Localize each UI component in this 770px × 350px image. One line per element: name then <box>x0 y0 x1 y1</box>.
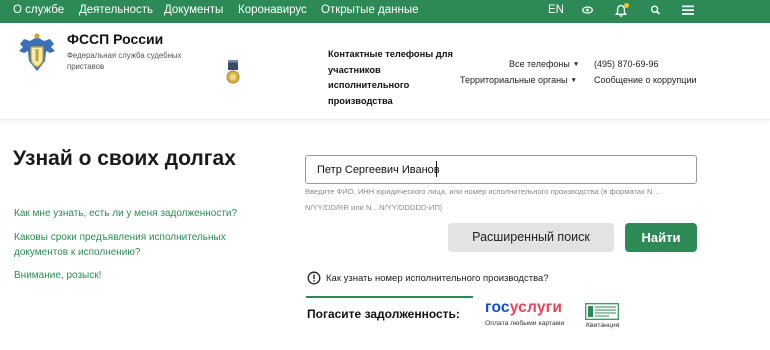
find-button[interactable]: Найти <box>625 223 697 252</box>
search-icon[interactable] <box>650 3 661 22</box>
nav-documents[interactable]: Документы <box>164 4 223 16</box>
how-to-find-number-link[interactable]: Как узнать номер исполнительного произво… <box>326 273 549 284</box>
eye-icon[interactable] <box>582 3 593 22</box>
gosuslugi-caption: Оплата любыми картами <box>485 320 565 327</box>
nav-coronavirus[interactable]: Коронавирус <box>238 4 307 16</box>
search-field[interactable] <box>305 155 697 184</box>
territorial-dropdown[interactable]: Территориальные органы ▼ <box>460 75 577 85</box>
nav-about[interactable]: О службе <box>13 4 64 16</box>
receipt-label[interactable]: Квитанция <box>586 322 619 329</box>
nav-open-data[interactable]: Открытые данные <box>321 4 419 16</box>
all-phones-label: Все телефоны <box>509 59 570 69</box>
caret-down-icon: ▼ <box>570 77 577 84</box>
menu-icon[interactable] <box>681 3 695 22</box>
org-name[interactable]: ФССП России <box>67 31 163 47</box>
link-deadlines[interactable]: Каковы сроки предъявления исполнительных… <box>14 230 234 260</box>
language-switch[interactable]: EN <box>548 4 564 16</box>
gosuslugi-part2: услуги <box>509 299 563 316</box>
org-subtitle: Федеральная служба судебных приставов <box>67 51 182 71</box>
section-divider <box>306 296 473 298</box>
link-check-debts[interactable]: Как мне узнать, есть ли у меня задолженн… <box>14 206 254 221</box>
contacts-title: Контактные телефоны для участников испол… <box>328 49 453 106</box>
info-icon <box>307 271 321 290</box>
search-input[interactable] <box>317 162 677 178</box>
gosuslugi-logo[interactable]: госуслуги <box>485 299 562 317</box>
medal-icon <box>225 60 241 86</box>
search-hint: Введите ФИО, ИНН юридического лица, или … <box>305 187 661 212</box>
hotline-phone: (495) 870-69-96 <box>594 59 659 69</box>
page-title: Узнай о своих долгах <box>13 147 236 170</box>
nav-activity[interactable]: Деятельность <box>79 4 153 16</box>
pay-debt-label: Погасите задолженность: <box>307 307 460 321</box>
fssp-emblem-icon[interactable] <box>14 31 60 77</box>
gosuslugi-part1: гос <box>485 299 510 316</box>
top-nav-bar: О службе Деятельность Документы Коронави… <box>0 0 770 23</box>
all-phones-dropdown[interactable]: Все телефоны ▼ <box>509 59 579 69</box>
advanced-search-button[interactable]: Расширенный поиск <box>448 223 614 252</box>
link-wanted[interactable]: Внимание, розыск! <box>14 268 214 283</box>
corruption-report-link[interactable]: Сообщение о коррупции <box>594 75 697 85</box>
territorial-label: Территориальные органы <box>460 75 568 85</box>
text-cursor <box>436 161 437 177</box>
notification-dot <box>624 3 629 8</box>
caret-down-icon: ▼ <box>572 61 580 68</box>
